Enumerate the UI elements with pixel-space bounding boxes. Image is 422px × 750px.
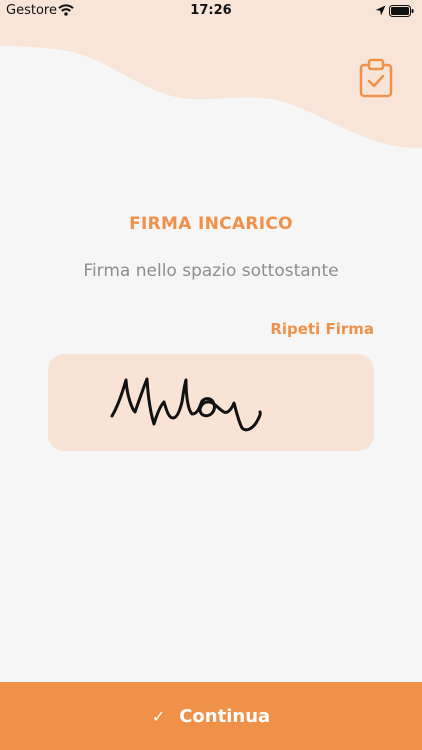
clipboard-check-icon[interactable]: [358, 58, 394, 102]
battery-icon: [389, 5, 414, 21]
status-bar: Gestore 17:26: [0, 0, 422, 22]
location-arrow-icon: [375, 5, 386, 20]
page-subtitle: Firma nello spazio sottostante: [83, 261, 339, 281]
signature-pad[interactable]: [48, 354, 374, 451]
continue-label: Continua: [179, 705, 271, 727]
continue-button[interactable]: ✓ Continua: [0, 682, 422, 750]
status-time: 17:26: [190, 3, 232, 18]
page-title: FIRMA INCARICO: [129, 214, 293, 234]
signature-drawing: [110, 377, 262, 432]
checkmark-icon: ✓: [151, 706, 166, 726]
repeat-signature-button[interactable]: Ripeti Firma: [270, 320, 374, 338]
